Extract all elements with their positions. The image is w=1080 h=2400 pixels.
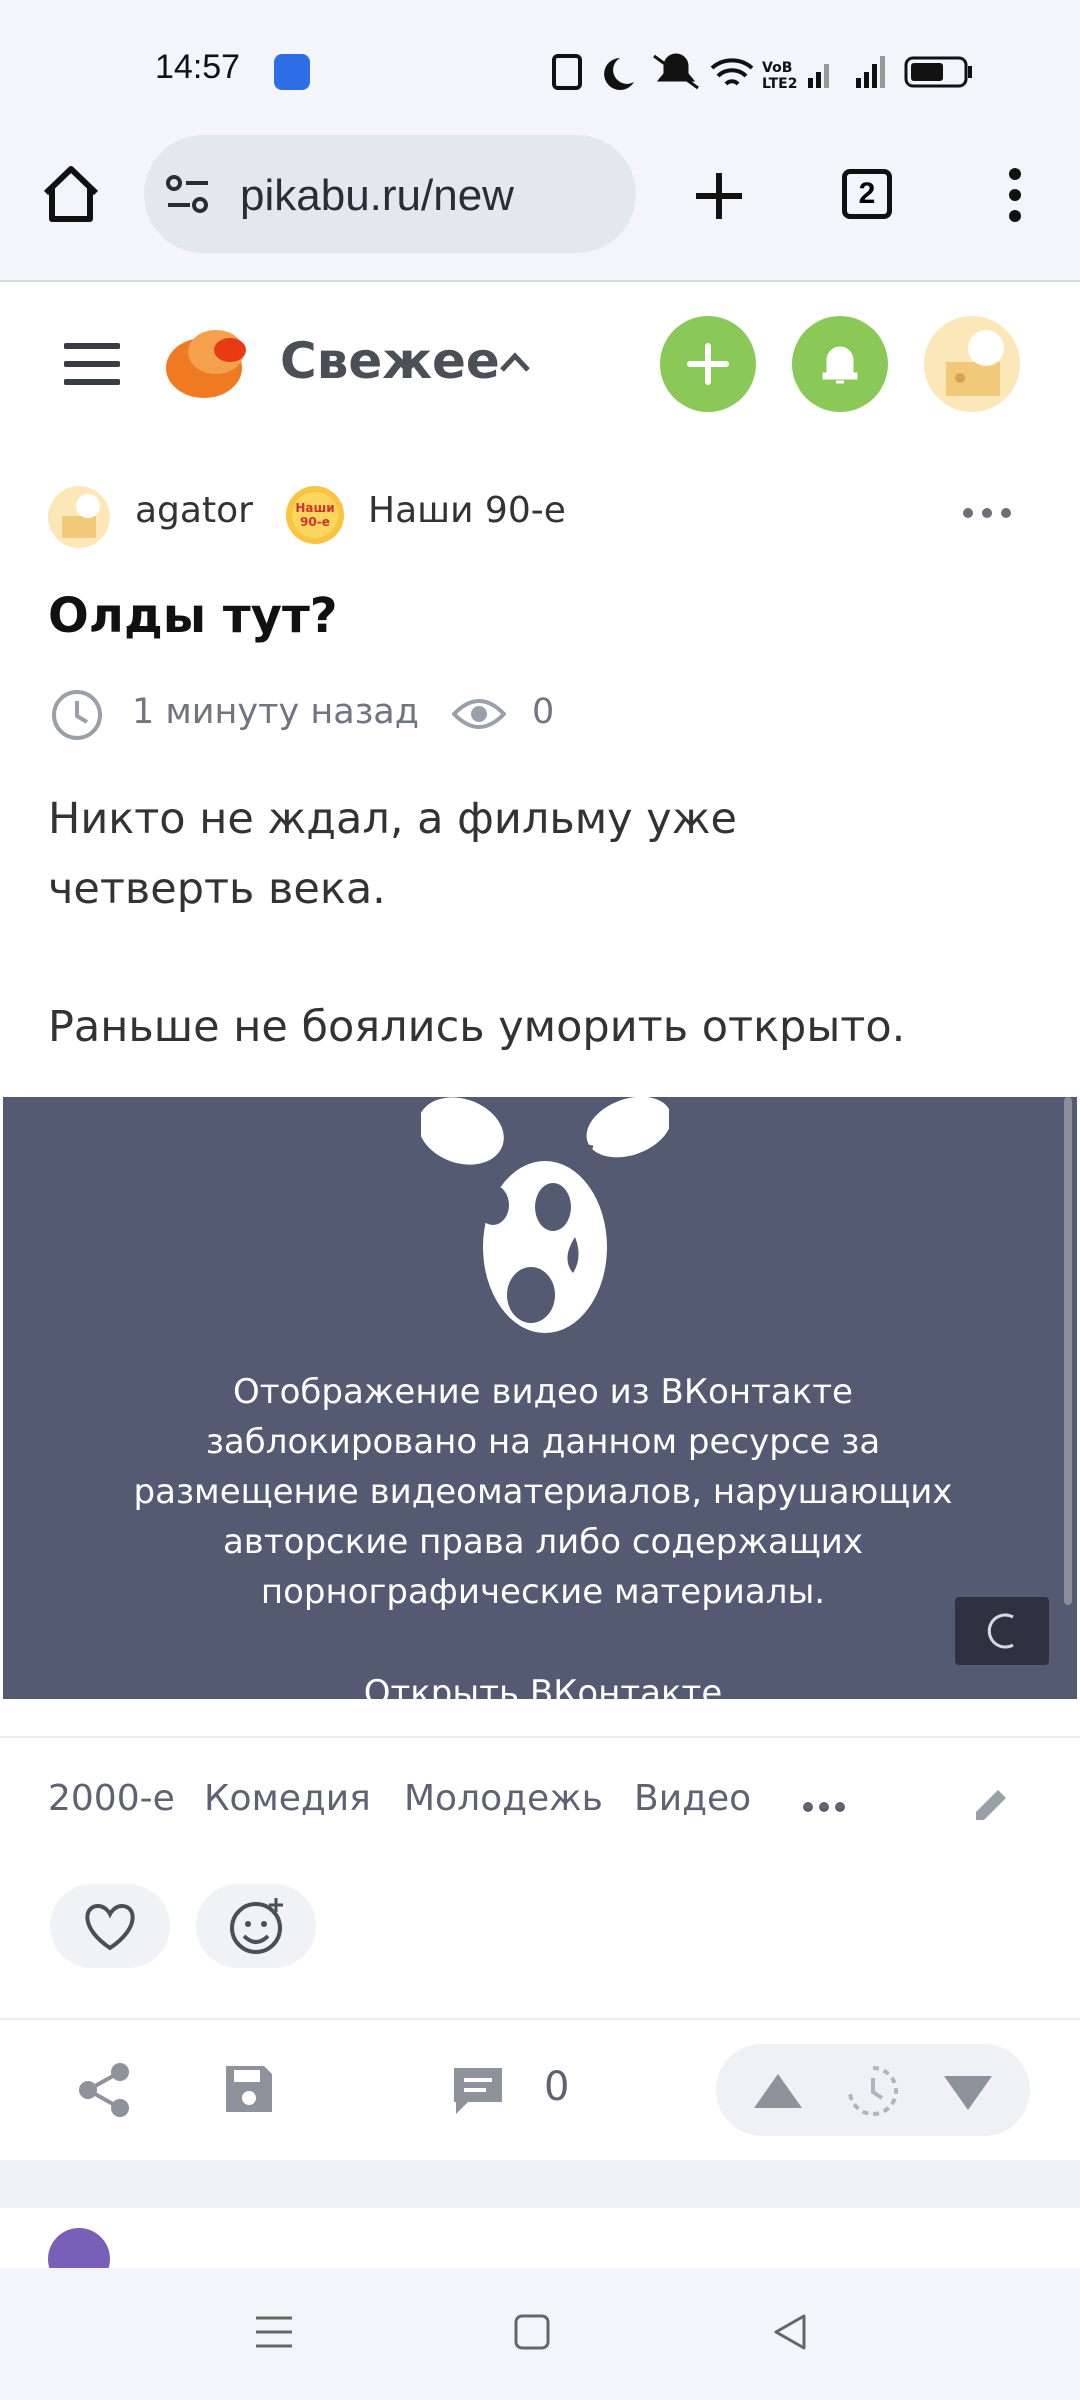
spinner-icon [987, 1613, 1014, 1649]
author-avatar[interactable] [48, 486, 110, 548]
community-name[interactable]: Наши 90-е [368, 490, 566, 531]
save-icon[interactable] [222, 2062, 276, 2116]
rating-box [716, 2044, 1030, 2136]
next-post-card [0, 2208, 1080, 2290]
status-icons: VoB LTE2 [552, 53, 972, 92]
like-button[interactable] [50, 1884, 170, 1968]
share-icon[interactable] [76, 2062, 132, 2118]
tag[interactable]: Видео [634, 1778, 751, 1819]
pikabu-logo[interactable] [164, 322, 250, 402]
wifi-icon [710, 58, 754, 86]
downvote-icon[interactable] [942, 2072, 994, 2114]
svg-text:VoB: VoB [762, 60, 792, 76]
eye-icon [452, 699, 506, 729]
browser-menu-icon[interactable] [1000, 165, 1030, 225]
home-icon[interactable] [40, 163, 102, 225]
upvote-icon[interactable] [752, 2070, 804, 2112]
add-post-button[interactable] [660, 316, 756, 412]
more-options-icon[interactable] [962, 506, 1012, 520]
hamburger-menu-icon[interactable] [64, 342, 120, 386]
tag[interactable]: Молодежь [404, 1778, 603, 1819]
cheese-avatar-icon [946, 330, 1004, 396]
status-bar: 14:57 VoB LTE2 [0, 0, 1080, 135]
recent-apps-icon[interactable] [254, 2312, 294, 2352]
video-loading-indicator [955, 1597, 1049, 1665]
moon-icon [604, 58, 634, 90]
community-badge[interactable]: Наши 90-е [284, 484, 346, 546]
chevron-up-icon[interactable] [498, 350, 532, 374]
user-avatar[interactable] [924, 316, 1020, 412]
scrollbar[interactable] [1064, 1097, 1072, 1605]
mute-icon [653, 53, 699, 90]
emoji-plus-icon [230, 1898, 283, 1954]
post-text-line: Никто не ждал, а фильму уже [48, 794, 737, 844]
tag-list: 2000-е Комедия Молодежь Видео [0, 1778, 1080, 1838]
system-nav-bar [0, 2268, 1080, 2400]
clock-icon [52, 690, 102, 740]
author-name[interactable]: agator [135, 490, 253, 531]
view-count: 0 [532, 692, 555, 732]
comment-count: 0 [544, 2064, 570, 2110]
svg-text:LTE2: LTE2 [762, 76, 797, 92]
video-embed[interactable]: Отображение видео из ВКонтакте заблокиро… [3, 1097, 1077, 1699]
heart-icon [85, 1903, 135, 1951]
video-blocked-message: Отображение видео из ВКонтакте заблокиро… [133, 1372, 953, 1612]
svg-text:90-е: 90-е [300, 515, 330, 529]
bell-icon [822, 346, 858, 384]
notifications-button[interactable] [792, 316, 888, 412]
open-vk-link[interactable]: Открыть ВКонтакте [3, 1673, 1077, 1699]
post-text-line: четверть века. [48, 864, 386, 914]
post-action-bar: 0 [0, 2018, 1080, 2160]
address-bar[interactable]: pikabu.ru/new [144, 135, 636, 253]
plus-icon [687, 343, 729, 385]
rating-pending-icon [848, 2066, 898, 2116]
edit-pencil-icon[interactable] [968, 1782, 1014, 1828]
add-reaction-button[interactable] [196, 1884, 316, 1968]
tag[interactable]: 2000-е [48, 1778, 175, 1819]
home-nav-icon[interactable] [512, 2312, 552, 2352]
cheese-avatar-icon [62, 494, 100, 538]
post-title[interactable]: Олды тут? [48, 588, 338, 644]
post-text-line: Раньше не боялись уморить открыто. [48, 1002, 906, 1052]
signal-icon-2 [856, 56, 885, 88]
nfc-icon [552, 54, 582, 90]
url-text: pikabu.ru/new [240, 171, 514, 220]
post-time: 1 минуту назад [132, 692, 419, 732]
back-nav-icon[interactable] [770, 2312, 810, 2352]
site-header: Свежее [0, 282, 1080, 446]
tab-switcher-button[interactable]: 2 [842, 169, 892, 219]
divider [0, 1736, 1080, 1738]
comment-icon[interactable] [450, 2064, 506, 2118]
more-tags-icon[interactable] [802, 1800, 846, 1814]
feed-title[interactable]: Свежее [280, 332, 500, 390]
vk-blocked-dog-icon [421, 1097, 669, 1333]
tag[interactable]: Комедия [204, 1778, 371, 1819]
site-settings-icon[interactable] [164, 173, 212, 215]
tab-count: 2 [858, 177, 876, 210]
status-time: 14:57 [155, 48, 241, 86]
svg-text:Наши: Наши [295, 501, 334, 515]
signal-icon-1 [808, 64, 829, 88]
hotspot-icon [274, 54, 310, 90]
new-tab-icon[interactable] [692, 169, 746, 223]
browser-toolbar: pikabu.ru/new 2 [0, 135, 1080, 282]
